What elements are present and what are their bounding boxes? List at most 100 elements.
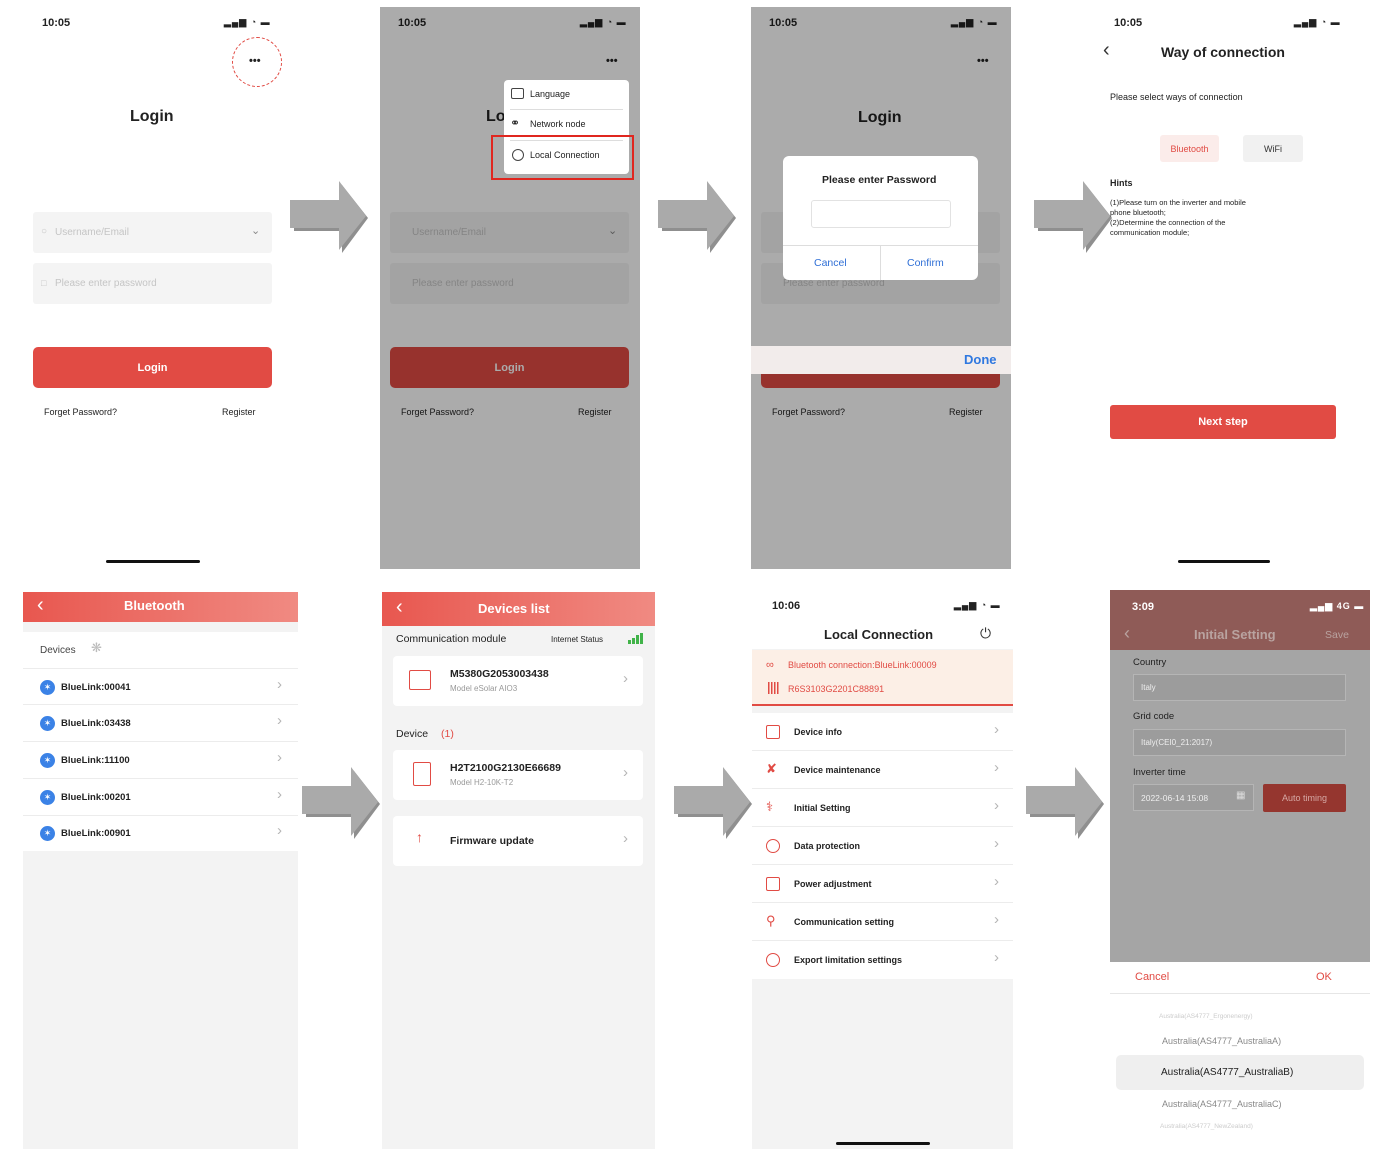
comm-module-label: Communication module xyxy=(396,633,507,645)
picker-option[interactable]: Australia(AS4777_AustraliaA) xyxy=(1162,1036,1281,1046)
list-item[interactable]: ⚕ Initial Setting › xyxy=(752,789,1013,827)
signal-icon xyxy=(628,633,644,644)
picker-option[interactable]: Australia(AS4777_AustraliaC) xyxy=(1162,1099,1282,1109)
chevron-right-icon: › xyxy=(277,712,282,729)
chevron-right-icon: › xyxy=(623,670,628,687)
power-adjust-icon xyxy=(766,877,780,891)
device-info-icon xyxy=(766,725,780,739)
password-field[interactable] xyxy=(811,200,951,228)
chevron-right-icon: › xyxy=(994,873,999,890)
list-item[interactable]: ✘ Device maintenance › xyxy=(752,751,1013,789)
chevron-down-icon[interactable]: ⌄ xyxy=(251,224,260,237)
module-sn: M5380G2053003438 xyxy=(450,668,549,680)
screen-initial-setting: 3:09 ▂▄▆ 4G ▬ ‹ Initial Setting Save Cou… xyxy=(1110,590,1370,1140)
auto-timing-label: Auto timing xyxy=(1281,793,1328,803)
item-label: Export limitation settings xyxy=(794,955,903,965)
menu-item-network-node[interactable]: Network node xyxy=(530,119,586,129)
picker-option-selected[interactable]: Australia(AS4777_AustraliaB) xyxy=(1161,1067,1293,1078)
chevron-right-icon: › xyxy=(277,749,282,766)
forget-password-link[interactable]: Forget Password? xyxy=(44,407,117,417)
wifi-option[interactable]: WiFi xyxy=(1243,135,1303,162)
back-icon[interactable]: ‹ xyxy=(1103,39,1110,62)
link-icon: ∞ xyxy=(766,659,774,671)
list-item[interactable]: Data protection › xyxy=(752,827,1013,865)
back-icon[interactable]: ‹ xyxy=(37,594,44,617)
list-item[interactable]: ✶ BlueLink:11100 › xyxy=(23,742,298,779)
done-button[interactable]: Done xyxy=(964,352,997,367)
auto-timing-button[interactable]: Auto timing xyxy=(1263,784,1346,812)
module-model: Model eSolar AIO3 xyxy=(450,684,518,693)
screen-bluetooth: ‹ Bluetooth Devices ❋ ✶ BlueLink:00041 ›… xyxy=(23,592,298,1149)
module-card[interactable]: M5380G2053003438 Model eSolar AIO3 › xyxy=(393,656,643,706)
chevron-right-icon: › xyxy=(994,759,999,776)
list-item[interactable]: Power adjustment › xyxy=(752,865,1013,903)
page-title: Devices list xyxy=(478,601,550,616)
back-icon[interactable]: ‹ xyxy=(1124,623,1130,644)
country-field[interactable] xyxy=(1133,674,1346,701)
status-time: 3:09 xyxy=(1132,601,1155,613)
save-button[interactable]: Save xyxy=(1325,629,1349,641)
picker-option[interactable]: Australia(AS4777_Ergonenergy) xyxy=(1159,1013,1253,1020)
page-title: Bluetooth xyxy=(124,598,185,613)
chevron-right-icon: › xyxy=(277,676,282,693)
country-label: Country xyxy=(1133,657,1167,668)
list-item[interactable]: Export limitation settings › xyxy=(752,941,1013,979)
device-name: BlueLink:03438 xyxy=(61,718,131,729)
chevron-right-icon: › xyxy=(994,835,999,852)
wrench-icon: ✘ xyxy=(766,761,777,776)
picker-cancel-button[interactable]: Cancel xyxy=(1135,971,1169,983)
device-count: (1) xyxy=(441,728,454,740)
list-item[interactable]: ✶ BlueLink:00901 › xyxy=(23,816,298,851)
page-title: Local Connection xyxy=(824,627,934,642)
devices-label: Devices xyxy=(40,645,76,656)
picker-option[interactable]: Australia(AS4777_NewZealand) xyxy=(1160,1123,1253,1130)
picker-ok-button[interactable]: OK xyxy=(1316,971,1332,983)
next-step-button[interactable]: Next step xyxy=(1110,405,1336,439)
chevron-right-icon: › xyxy=(994,721,999,738)
list-item[interactable]: Device info › xyxy=(752,713,1013,751)
calendar-icon[interactable]: ▦ xyxy=(1236,790,1245,801)
arrow-right-icon xyxy=(674,767,752,839)
lock-icon: □ xyxy=(41,278,47,288)
device-sn: H2T2100G2130E66689 xyxy=(450,762,561,774)
device-card[interactable]: H2T2100G2130E66689 Model H2-10K-T2 › xyxy=(393,750,643,800)
inverter-time-value: 2022-06-14 15:08 xyxy=(1141,793,1209,803)
status-time: 10:06 xyxy=(772,600,801,612)
arrow-right-icon xyxy=(302,767,380,839)
back-icon[interactable]: ‹ xyxy=(396,596,403,619)
page-title: Login xyxy=(130,108,174,125)
barcode-icon xyxy=(768,682,780,694)
firmware-update-card[interactable]: ↑ Firmware update › xyxy=(393,816,643,866)
status-time: 10:05 xyxy=(1114,17,1143,29)
loading-icon: ❋ xyxy=(91,640,102,655)
serial-number: R6S3103G2201C88891 xyxy=(788,684,885,694)
chevron-right-icon: › xyxy=(277,786,282,803)
device-label: Device xyxy=(396,728,429,740)
screen-devices-list: ‹ Devices list Communication module Inte… xyxy=(382,592,655,1149)
list-item[interactable]: ✶ BlueLink:00041 › xyxy=(23,668,298,705)
home-indicator xyxy=(106,560,200,563)
internet-status-label: Internet Status xyxy=(551,635,604,644)
bluetooth-option[interactable]: Bluetooth xyxy=(1160,135,1219,162)
chevron-right-icon: › xyxy=(623,764,628,781)
status-icons: ▂▄▆ 4G ▬ xyxy=(1310,601,1365,611)
login-button[interactable]: Login xyxy=(33,347,272,388)
settings-icon: ⚕ xyxy=(766,799,774,814)
menu-item-language[interactable]: Language xyxy=(530,89,570,99)
user-icon: ○ xyxy=(41,226,48,237)
language-icon xyxy=(511,88,524,99)
device-name: BlueLink:00201 xyxy=(61,792,131,803)
list-item[interactable]: ✶ BlueLink:00201 › xyxy=(23,779,298,816)
grid-code-label: Grid code xyxy=(1133,711,1175,722)
confirm-button[interactable]: Confirm xyxy=(907,257,944,269)
device-name: BlueLink:00041 xyxy=(61,682,131,693)
list-item[interactable]: ✶ BlueLink:03438 › xyxy=(23,705,298,742)
list-item[interactable]: ⚲ Communication setting › xyxy=(752,903,1013,941)
item-label: Device maintenance xyxy=(794,765,881,775)
chevron-right-icon: › xyxy=(623,830,628,847)
info-icon xyxy=(766,953,780,967)
cancel-button[interactable]: Cancel xyxy=(814,257,847,269)
device-list: Devices ❋ ✶ BlueLink:00041 › ✶ BlueLink:… xyxy=(23,632,298,851)
register-link[interactable]: Register xyxy=(222,407,256,417)
power-icon[interactable]: ⏻ xyxy=(980,625,991,642)
